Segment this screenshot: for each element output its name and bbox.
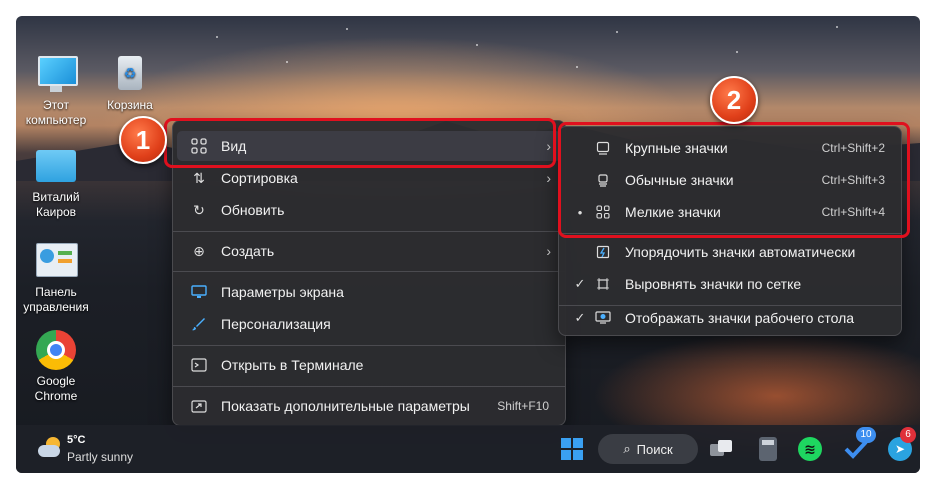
calculator-button[interactable] — [752, 433, 784, 465]
submenu-item-label: Отображать значки рабочего стола — [625, 310, 855, 326]
start-button[interactable] — [556, 433, 588, 465]
chrome-icon — [36, 330, 76, 370]
show-desktop-icons-icon — [593, 308, 613, 328]
taskbar: 5°C Partly sunny ⌕ Поиск ≋ 10 ➤ 6 — [16, 425, 920, 473]
share-icon — [189, 396, 209, 416]
menu-item-label: Открыть в Терминале — [221, 357, 364, 373]
windows-icon — [561, 438, 583, 460]
calculator-icon — [759, 437, 777, 461]
sort-icon: ⇅ — [193, 169, 205, 186]
highlight-box-view — [164, 118, 556, 168]
partly-sunny-icon — [36, 435, 62, 461]
desktop-icon-label: Каиров — [35, 205, 77, 219]
chevron-right-icon: › — [546, 243, 551, 259]
notification-badge: 6 — [900, 427, 916, 443]
menu-item-show-more-options[interactable]: Показать дополнительные параметры Shift+… — [177, 391, 561, 421]
brush-icon — [189, 314, 209, 334]
menu-separator — [173, 271, 565, 272]
desktop: Этот компьютер ♻ Корзина Виталий Каиров … — [16, 16, 920, 473]
menu-item-refresh[interactable]: ↻ Обновить — [177, 195, 561, 225]
desktop-icon-label: Chrome — [34, 389, 78, 403]
menu-item-display-settings[interactable]: Параметры экрана — [177, 277, 561, 307]
chevron-right-icon: › — [546, 170, 551, 186]
todo-button[interactable]: 10 — [840, 427, 876, 465]
check-mark: ✓ — [574, 310, 586, 325]
search-label: Поиск — [636, 441, 673, 457]
this-pc-icon — [36, 54, 78, 94]
desktop-icon-label: Панель — [35, 285, 77, 299]
highlight-box-submenu — [558, 122, 910, 238]
control-panel-icon — [36, 241, 78, 281]
plus-circle-icon: ⊕ — [193, 242, 205, 259]
user-folder-icon — [36, 146, 76, 186]
submenu-item-label: Выровнять значки по сетке — [625, 276, 802, 292]
telegram-button[interactable]: ➤ 6 — [884, 427, 916, 465]
menu-item-label: Персонализация — [221, 316, 331, 332]
menu-item-label: Создать — [221, 243, 275, 259]
desktop-icon-label: Виталий — [32, 190, 80, 204]
menu-item-label: Обновить — [221, 202, 285, 218]
task-view-button[interactable] — [706, 433, 738, 465]
desktop-icon-label: управления — [23, 300, 89, 314]
menu-separator — [173, 345, 565, 346]
menu-item-label: Сортировка — [221, 170, 298, 186]
auto-arrange-icon — [593, 242, 613, 262]
menu-item-label: Показать дополнительные параметры — [221, 398, 470, 414]
check-mark: ✓ — [574, 276, 586, 291]
menu-item-personalize[interactable]: Персонализация — [177, 309, 561, 339]
notification-badge: 10 — [856, 427, 876, 443]
desktop-icon-label: Этот — [43, 98, 69, 112]
desktop-icon-control-panel[interactable]: Панель управления — [16, 241, 96, 315]
task-view-icon — [710, 440, 734, 458]
step-badge-1: 1 — [119, 116, 167, 164]
menu-item-label: Параметры экрана — [221, 284, 344, 300]
desktop-icon-label: Google — [36, 374, 76, 388]
spotify-button[interactable]: ≋ — [794, 433, 826, 465]
recycle-bin-icon: ♻ — [110, 54, 150, 94]
menu-item-open-terminal[interactable]: Открыть в Терминале — [177, 350, 561, 380]
menu-separator — [173, 386, 565, 387]
menu-separator — [173, 231, 565, 232]
weather-description[interactable]: Partly sunny — [67, 450, 133, 464]
menu-item-new[interactable]: ⊕ Создать › — [177, 236, 561, 266]
align-grid-icon — [593, 274, 613, 294]
display-icon — [189, 282, 209, 302]
desktop-icon-recycle-bin[interactable]: ♻ Корзина — [90, 54, 170, 113]
step-badge-2: 2 — [710, 76, 758, 124]
terminal-icon — [189, 355, 209, 375]
submenu-item-label: Упорядочить значки автоматически — [625, 244, 856, 260]
desktop-icon-label: компьютер — [25, 113, 87, 127]
desktop-icon-this-pc[interactable]: Этот компьютер — [16, 54, 96, 128]
menu-item-shortcut: Shift+F10 — [497, 399, 549, 413]
desktop-icon-label: Корзина — [107, 98, 153, 112]
submenu-item-show-desktop-icons[interactable]: ✓ Отображать значки рабочего стола — [563, 303, 897, 333]
desktop-icon-chrome[interactable]: Google Chrome — [16, 330, 96, 404]
submenu-item-align-grid[interactable]: ✓ Выровнять значки по сетке — [563, 269, 897, 299]
spotify-icon: ≋ — [798, 437, 822, 461]
submenu-item-auto-arrange[interactable]: Упорядочить значки автоматически — [563, 237, 897, 267]
search-icon: ⌕ — [623, 441, 631, 456]
desktop-icon-user-folder[interactable]: Виталий Каиров — [16, 146, 96, 220]
search-box[interactable]: ⌕ Поиск — [598, 434, 698, 464]
refresh-icon: ↻ — [193, 201, 205, 218]
weather-temperature[interactable]: 5°C — [67, 434, 85, 446]
